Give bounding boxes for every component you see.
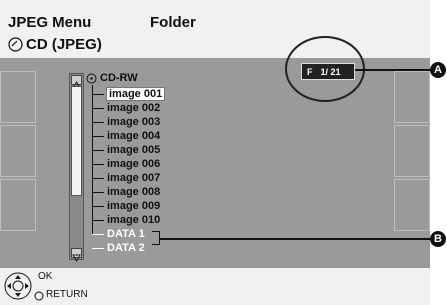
tree-item[interactable]: image 009	[92, 200, 160, 212]
data-folder-item[interactable]: DATA 2	[92, 242, 145, 254]
right-tab-3	[394, 179, 430, 231]
header: JPEG Menu Folder CD (JPEG)	[0, 0, 430, 58]
return-label: RETURN	[46, 289, 88, 300]
tree-item-label: image 010	[107, 214, 161, 226]
file-browser	[0, 58, 430, 268]
page-prefix: F	[307, 66, 313, 77]
callout-badge-b: B	[430, 231, 446, 247]
callout-badge-a: A	[430, 62, 446, 78]
cd-icon	[86, 73, 97, 83]
tree-item[interactable]: image 003	[92, 116, 160, 128]
tree-item[interactable]: image 007	[92, 172, 160, 184]
disc-icon	[8, 37, 23, 52]
dpad-icon	[4, 272, 32, 300]
right-tab-1	[394, 71, 430, 123]
left-tab-2	[0, 125, 36, 177]
disc-label: CD (JPEG)	[26, 36, 102, 53]
return-icon	[34, 291, 44, 301]
page-title: JPEG Menu	[8, 14, 92, 31]
tree-item-label: image 003	[107, 116, 161, 128]
tree-item-label: image 002	[107, 102, 161, 114]
page-indicator: F 1/ 21	[301, 63, 355, 80]
disc-type: CD (JPEG)	[8, 36, 102, 53]
data-folder-label: DATA 1	[107, 228, 145, 240]
tree-item[interactable]: image 002	[92, 102, 160, 114]
left-tab-1	[0, 71, 36, 123]
tree-item-label: image 007	[107, 172, 161, 184]
callout-line-b	[160, 238, 437, 240]
tree-item-selected[interactable]: image 001	[92, 87, 166, 101]
ok-label: OK	[38, 271, 53, 282]
bracket	[152, 231, 160, 245]
right-tab-2	[394, 125, 430, 177]
tree-item[interactable]: image 004	[92, 130, 160, 142]
scroll-thumb[interactable]	[71, 86, 82, 196]
tree-item-label: image 001	[105, 87, 166, 101]
left-tab-3	[0, 179, 36, 231]
tree-item[interactable]: image 010	[92, 214, 160, 226]
data-folder-item[interactable]: DATA 1	[92, 228, 145, 240]
tree-root[interactable]: CD-RW	[86, 72, 138, 84]
tree-item-label: image 009	[107, 200, 161, 212]
scroll-down-arrow[interactable]	[71, 248, 82, 262]
tree-item[interactable]: image 006	[92, 158, 160, 170]
menu-screen: JPEG Menu Folder CD (JPEG) CD-RW image 0…	[0, 0, 430, 305]
scroll-up-arrow[interactable]	[71, 75, 82, 89]
callout-line-a	[355, 69, 437, 71]
scrollbar[interactable]	[69, 73, 84, 262]
data-folder-label: DATA 2	[107, 242, 145, 254]
tree-item[interactable]: image 005	[92, 144, 160, 156]
footer: OK RETURN	[0, 268, 430, 305]
tree-item-label: image 006	[107, 158, 161, 170]
tree-item-label: image 008	[107, 186, 161, 198]
page-value: 1/ 21	[320, 66, 341, 77]
folder-label: Folder	[150, 14, 196, 31]
tree-item-label: image 004	[107, 130, 161, 142]
tree-item[interactable]: image 008	[92, 186, 160, 198]
tree-root-label: CD-RW	[100, 72, 138, 84]
tree-item-label: image 005	[107, 144, 161, 156]
